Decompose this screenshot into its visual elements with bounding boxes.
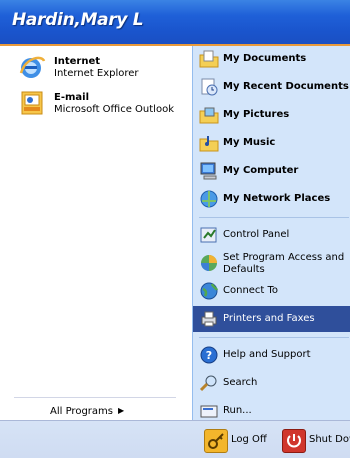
all-programs-label: All Programs bbox=[50, 406, 113, 417]
my-pictures-item[interactable]: My Pictures bbox=[193, 102, 350, 128]
shutdown-label: Shut Dow bbox=[309, 434, 350, 445]
my-computer-item[interactable]: My Computer bbox=[193, 158, 350, 184]
my-music-item[interactable]: My Music bbox=[193, 130, 350, 156]
logoff-label: Log Off bbox=[231, 434, 267, 445]
control-panel-label: Control Panel bbox=[223, 229, 290, 240]
my-documents-item[interactable]: My Documents bbox=[193, 46, 350, 72]
connect-to-label: Connect To bbox=[223, 285, 279, 296]
control-panel-item[interactable]: Control Panel bbox=[193, 222, 350, 248]
pinned-item-title: Internet bbox=[54, 56, 101, 67]
my-computer-label: My Computer bbox=[223, 165, 299, 176]
recent-documents-icon bbox=[199, 77, 219, 97]
user-name: Hardin,Mary L bbox=[12, 10, 144, 30]
pinned-item-email[interactable]: E-mail Microsoft Office Outlook bbox=[0, 88, 192, 122]
all-programs-separator bbox=[14, 397, 176, 398]
run-label: Run... bbox=[223, 405, 252, 416]
pinned-programs-panel: Internet Internet Explorer E-mail Micros… bbox=[0, 46, 192, 420]
help-support-label: Help and Support bbox=[223, 349, 311, 360]
search-label: Search bbox=[223, 377, 258, 388]
search-icon bbox=[199, 373, 219, 393]
search-item[interactable]: Search bbox=[193, 370, 350, 396]
connect-to-item[interactable]: Connect To bbox=[193, 278, 350, 304]
logoff-button[interactable]: Log Off bbox=[204, 429, 274, 453]
network-places-label: My Network Places bbox=[223, 193, 331, 204]
outlook-icon bbox=[18, 89, 46, 117]
pinned-item-subtitle: Internet Explorer bbox=[54, 68, 139, 79]
start-menu-footer: Log Off Shut Dow bbox=[0, 420, 350, 458]
run-icon bbox=[199, 401, 219, 421]
my-documents-label: My Documents bbox=[223, 53, 307, 64]
my-music-label: My Music bbox=[223, 137, 276, 148]
network-places-icon bbox=[199, 189, 219, 209]
program-access-label-line1: Set Program Access and bbox=[223, 252, 345, 263]
arrow-right-icon: ▶ bbox=[118, 406, 125, 415]
network-places-item[interactable]: My Network Places bbox=[193, 186, 350, 212]
shutdown-button[interactable]: Shut Dow bbox=[282, 429, 350, 453]
places-separator bbox=[199, 337, 349, 338]
printers-faxes-item[interactable]: Printers and Faxes bbox=[193, 306, 350, 332]
control-panel-icon bbox=[199, 225, 219, 245]
recent-documents-item[interactable]: My Recent Documents bbox=[193, 74, 350, 100]
key-icon bbox=[204, 429, 228, 453]
places-separator bbox=[199, 217, 349, 218]
printers-faxes-label: Printers and Faxes bbox=[223, 313, 315, 324]
my-computer-icon bbox=[199, 161, 219, 181]
pinned-item-internet[interactable]: Internet Internet Explorer bbox=[0, 52, 192, 86]
printers-faxes-icon bbox=[199, 309, 219, 329]
power-icon bbox=[282, 429, 306, 453]
program-access-label: Set Program Access and Defaults bbox=[223, 252, 344, 276]
connect-to-icon bbox=[199, 281, 219, 301]
internet-explorer-icon bbox=[18, 53, 46, 81]
program-access-icon bbox=[199, 253, 219, 273]
start-menu: Hardin,Mary L Internet Internet Explorer bbox=[0, 0, 350, 458]
my-music-icon bbox=[199, 133, 219, 153]
recent-documents-label: My Recent Documents bbox=[223, 81, 349, 92]
svg-text:?: ? bbox=[206, 349, 212, 362]
help-icon: ? bbox=[199, 345, 219, 365]
program-access-item[interactable]: Set Program Access and Defaults bbox=[193, 250, 350, 276]
places-panel: My Documents My Recent Documents My Pict… bbox=[192, 46, 350, 420]
my-pictures-icon bbox=[199, 105, 219, 125]
start-menu-header: Hardin,Mary L bbox=[0, 0, 350, 46]
help-support-item[interactable]: ? Help and Support bbox=[193, 342, 350, 368]
my-documents-icon bbox=[199, 49, 219, 69]
program-access-label-line2: Defaults bbox=[223, 264, 265, 275]
pinned-item-subtitle: Microsoft Office Outlook bbox=[54, 104, 174, 115]
pinned-item-title: E-mail bbox=[54, 92, 90, 103]
my-pictures-label: My Pictures bbox=[223, 109, 290, 120]
all-programs-button[interactable]: All Programs ▶ bbox=[0, 402, 192, 422]
